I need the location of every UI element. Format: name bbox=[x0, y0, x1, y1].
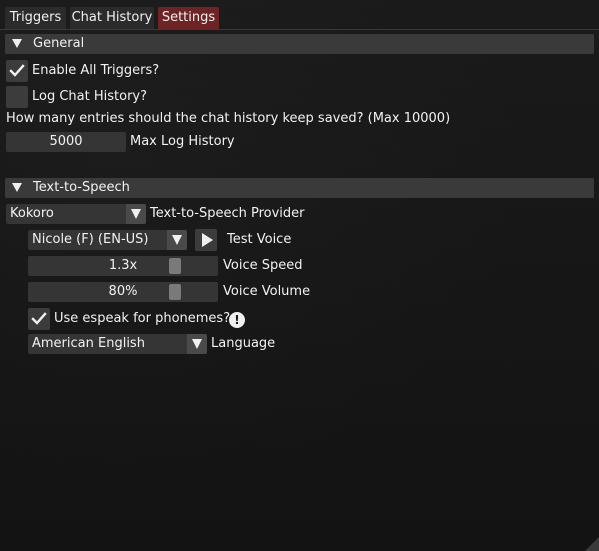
voice-volume-slider[interactable]: 80% bbox=[28, 282, 218, 302]
collapse-arrow-icon bbox=[12, 183, 22, 192]
log-chat-history-checkbox[interactable] bbox=[6, 86, 28, 108]
checkmark-icon bbox=[31, 312, 47, 325]
chevron-down-icon bbox=[172, 235, 182, 245]
enable-triggers-checkbox[interactable] bbox=[6, 60, 28, 82]
voice-value: Nicole (F) (EN-US) bbox=[32, 232, 149, 247]
tab-chat-history[interactable]: Chat History bbox=[70, 7, 154, 29]
checkmark-icon bbox=[9, 64, 25, 77]
language-value: American English bbox=[32, 336, 145, 351]
settings-window: Triggers Chat History Settings General E… bbox=[0, 0, 599, 551]
voice-speed-slider-handle[interactable] bbox=[169, 258, 181, 274]
tts-provider-value: Kokoro bbox=[10, 206, 54, 221]
chevron-down-icon bbox=[131, 209, 141, 219]
voice-volume-value: 80% bbox=[108, 284, 138, 299]
tts-provider-dropdown[interactable]: Kokoro bbox=[6, 204, 146, 224]
voice-volume-label: Voice Volume bbox=[223, 284, 311, 299]
voice-dropdown[interactable]: Nicole (F) (EN-US) bbox=[28, 230, 187, 250]
tab-bar: Triggers Chat History Settings bbox=[0, 0, 599, 30]
tts-section-header[interactable]: Text-to-Speech bbox=[5, 178, 594, 198]
max-log-history-label: Max Log History bbox=[130, 134, 235, 149]
history-question-text: How many entries should the chat history… bbox=[6, 111, 451, 126]
tab-triggers[interactable]: Triggers bbox=[5, 7, 66, 29]
resize-grip[interactable] bbox=[585, 537, 599, 551]
info-icon[interactable]: ! bbox=[229, 312, 245, 328]
dropdown-arrow-button[interactable] bbox=[126, 204, 146, 224]
voice-speed-label: Voice Speed bbox=[223, 258, 303, 273]
tts-section-title: Text-to-Speech bbox=[33, 180, 130, 195]
collapse-arrow-icon bbox=[12, 39, 22, 48]
log-chat-history-label: Log Chat History? bbox=[32, 89, 148, 104]
test-voice-label: Test Voice bbox=[227, 232, 292, 247]
dropdown-arrow-button[interactable] bbox=[187, 334, 207, 354]
tab-underline bbox=[0, 29, 599, 30]
general-section-header[interactable]: General bbox=[5, 34, 594, 54]
voice-speed-slider[interactable]: 1.3x bbox=[28, 256, 218, 276]
enable-triggers-label: Enable All Triggers? bbox=[32, 63, 160, 78]
general-section-title: General bbox=[33, 36, 85, 51]
max-log-history-input[interactable]: 5000 bbox=[6, 132, 126, 152]
language-dropdown[interactable]: American English bbox=[28, 334, 207, 354]
play-icon bbox=[202, 233, 213, 247]
use-espeak-checkbox[interactable] bbox=[28, 308, 50, 330]
voice-volume-slider-handle[interactable] bbox=[169, 284, 181, 300]
chevron-down-icon bbox=[192, 339, 202, 349]
tab-settings[interactable]: Settings bbox=[158, 7, 219, 29]
tts-provider-label: Text-to-Speech Provider bbox=[150, 206, 305, 221]
dropdown-arrow-button[interactable] bbox=[167, 230, 187, 250]
voice-speed-value: 1.3x bbox=[108, 258, 138, 273]
language-label: Language bbox=[211, 336, 276, 351]
use-espeak-label: Use espeak for phonemes? bbox=[54, 311, 231, 326]
test-voice-button[interactable] bbox=[195, 229, 217, 251]
